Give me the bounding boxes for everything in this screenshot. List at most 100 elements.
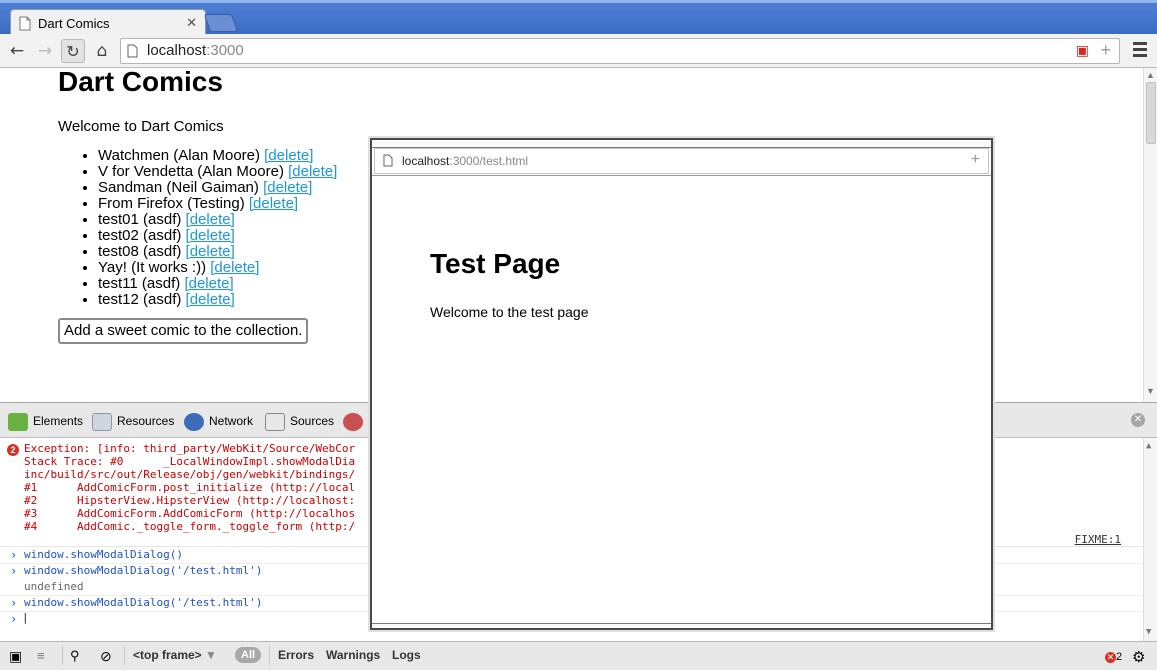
delete-link[interactable]: [delete] bbox=[186, 211, 235, 228]
comic-list-item: test01 (asdf) [delete] bbox=[98, 212, 337, 228]
tab-strip: Dart Comics ✕ bbox=[0, 0, 1157, 37]
comic-list-item: test11 (asdf) [delete] bbox=[98, 276, 337, 292]
delete-link[interactable]: [delete] bbox=[184, 275, 233, 292]
home-icon[interactable]: ⌂ bbox=[90, 39, 114, 63]
page-icon bbox=[383, 154, 393, 167]
delete-link[interactable]: [delete] bbox=[186, 291, 235, 308]
comic-title: test08 (asdf) bbox=[98, 243, 182, 260]
modal-page-title: Test Page bbox=[430, 248, 561, 279]
comic-title: Watchmen (Alan Moore) bbox=[98, 147, 260, 164]
scroll-up-icon[interactable]: ▲ bbox=[1146, 70, 1155, 80]
console-line: window.showModalDialog('/test.html') bbox=[24, 564, 263, 577]
browser-tab[interactable]: Dart Comics ✕ bbox=[10, 9, 206, 37]
console-result: undefined bbox=[24, 580, 84, 593]
delete-link[interactable]: [delete] bbox=[210, 259, 259, 276]
reload-icon[interactable]: ↻ bbox=[61, 39, 85, 63]
back-arrow-icon[interactable]: ← bbox=[5, 39, 29, 63]
modal-dialog-window: localhost:3000/test.html + Test Page Wel… bbox=[370, 138, 993, 630]
forward-arrow-icon[interactable]: → bbox=[33, 39, 57, 63]
close-devtools-icon[interactable]: ✕ bbox=[1131, 413, 1145, 427]
prompt-chevron-icon: › bbox=[10, 612, 18, 626]
comic-list-item: Yay! (It works :)) [delete] bbox=[98, 260, 337, 276]
error-line: inc/build/src/out/Release/obj/gen/webkit… bbox=[24, 468, 356, 481]
frame-select[interactable]: <top frame> ▼ bbox=[133, 648, 217, 662]
prompt-chevron-icon: › bbox=[10, 548, 18, 562]
scroll-up-icon[interactable]: ▲ bbox=[1146, 441, 1151, 451]
page-scrollbar[interactable]: ▲ ▼ bbox=[1143, 68, 1157, 402]
divider bbox=[62, 646, 63, 665]
tab-elements[interactable]: Elements bbox=[8, 412, 83, 432]
sources-icon bbox=[265, 412, 285, 431]
prompt-chevron-icon: › bbox=[10, 596, 18, 610]
elements-icon bbox=[8, 412, 28, 431]
dock-icon[interactable]: ▣ bbox=[9, 648, 22, 665]
comic-list: Watchmen (Alan Moore) [delete]V for Vend… bbox=[58, 148, 337, 308]
bookmark-plus-icon[interactable]: + bbox=[1100, 40, 1111, 61]
console-drawer-icon[interactable]: ≡ bbox=[37, 648, 45, 663]
divider bbox=[124, 646, 125, 665]
tab-close-icon[interactable]: ✕ bbox=[186, 15, 197, 31]
scroll-down-icon[interactable]: ▼ bbox=[1146, 627, 1151, 637]
error-line[interactable]: #3 AddComicForm.AddComicForm (http://loc… bbox=[24, 507, 355, 520]
scroll-thumb[interactable] bbox=[1146, 82, 1156, 144]
tab-sources[interactable]: Sources bbox=[265, 412, 334, 432]
delete-link[interactable]: [delete] bbox=[263, 179, 312, 196]
modal-frame bbox=[372, 140, 991, 148]
menu-icon[interactable] bbox=[1133, 42, 1147, 60]
error-line: Exception: [info: third_party/WebKit/Sou… bbox=[24, 442, 356, 455]
browser-toolbar: ← → ↻ ⌂ localhost:3000 ▣ + bbox=[0, 34, 1157, 68]
error-counter[interactable]: ✕ 2 bbox=[1105, 649, 1122, 663]
comic-list-item: Watchmen (Alan Moore) [delete] bbox=[98, 148, 337, 164]
comic-title: test11 (asdf) bbox=[98, 275, 181, 292]
comic-title: V for Vendetta (Alan Moore) bbox=[98, 163, 284, 180]
comic-list-item: test12 (asdf) [delete] bbox=[98, 292, 337, 308]
error-icon: 2 bbox=[7, 444, 19, 456]
comic-list-item: From Firefox (Testing) [delete] bbox=[98, 196, 337, 212]
search-icon[interactable]: ⚲ bbox=[70, 648, 80, 664]
comic-list-item: V for Vendetta (Alan Moore) [delete] bbox=[98, 164, 337, 180]
settings-gear-icon[interactable]: ⚙ bbox=[1132, 648, 1145, 666]
modal-address-bar[interactable]: localhost:3000/test.html + bbox=[374, 148, 989, 174]
comic-list-item: Sandman (Neil Gaiman) [delete] bbox=[98, 180, 337, 196]
comic-title: From Firefox (Testing) bbox=[98, 195, 245, 212]
tab-timeline[interactable] bbox=[343, 412, 368, 432]
clear-console-icon[interactable]: ⊘ bbox=[100, 648, 112, 665]
address-bar[interactable]: localhost:3000 ▣ + bbox=[120, 38, 1120, 64]
delete-link[interactable]: [delete] bbox=[186, 243, 235, 260]
scroll-down-icon[interactable]: ▼ bbox=[1146, 386, 1155, 396]
filter-logs[interactable]: Logs bbox=[392, 648, 421, 662]
source-link[interactable]: FIXME:1 bbox=[1075, 533, 1121, 546]
network-icon bbox=[184, 412, 204, 431]
filter-errors[interactable]: Errors bbox=[278, 648, 314, 662]
error-line[interactable]: #2 HipsterView.HipsterView (http://local… bbox=[24, 494, 355, 507]
console-input[interactable]: | bbox=[22, 611, 29, 624]
filter-warnings[interactable]: Warnings bbox=[326, 648, 380, 662]
comic-title: Sandman (Neil Gaiman) bbox=[98, 179, 259, 196]
divider bbox=[269, 646, 270, 665]
modal-frame bbox=[372, 623, 991, 628]
delete-link[interactable]: [delete] bbox=[186, 227, 235, 244]
modal-url: localhost:3000/test.html bbox=[402, 154, 529, 168]
console-scrollbar[interactable]: ▲ ▼ bbox=[1143, 438, 1157, 641]
comic-list-item: test02 (asdf) [delete] bbox=[98, 228, 337, 244]
popup-blocked-icon[interactable]: ▣ bbox=[1076, 42, 1089, 59]
comic-title: test02 (asdf) bbox=[98, 227, 182, 244]
delete-link[interactable]: [delete] bbox=[288, 163, 337, 180]
console-line: window.showModalDialog() bbox=[24, 548, 183, 561]
tab-network[interactable]: Network bbox=[184, 412, 253, 432]
devtools-status-bar: ▣ ≡ ⚲ ⊘ <top frame> ▼ All Errors Warning… bbox=[0, 641, 1157, 670]
new-tab-button[interactable] bbox=[203, 14, 239, 32]
delete-link[interactable]: [delete] bbox=[249, 195, 298, 212]
add-comic-button[interactable]: Add a sweet comic to the collection. bbox=[58, 318, 309, 344]
delete-link[interactable]: [delete] bbox=[264, 147, 313, 164]
page-icon bbox=[127, 44, 138, 58]
error-line[interactable]: #4 AddComic._toggle_form._toggle_form (h… bbox=[24, 520, 355, 533]
tab-resources[interactable]: Resources bbox=[92, 412, 174, 432]
timeline-icon bbox=[343, 412, 363, 431]
filter-all[interactable]: All bbox=[235, 647, 262, 663]
error-line[interactable]: #1 AddComicForm.post_initialize (http://… bbox=[24, 481, 355, 494]
error-icon: ✕ bbox=[1105, 652, 1116, 663]
error-line: Stack Trace: #0 _LocalWindowImpl.showMod… bbox=[24, 455, 356, 468]
comic-title: test12 (asdf) bbox=[98, 291, 182, 308]
bookmark-plus-icon[interactable]: + bbox=[971, 151, 980, 169]
